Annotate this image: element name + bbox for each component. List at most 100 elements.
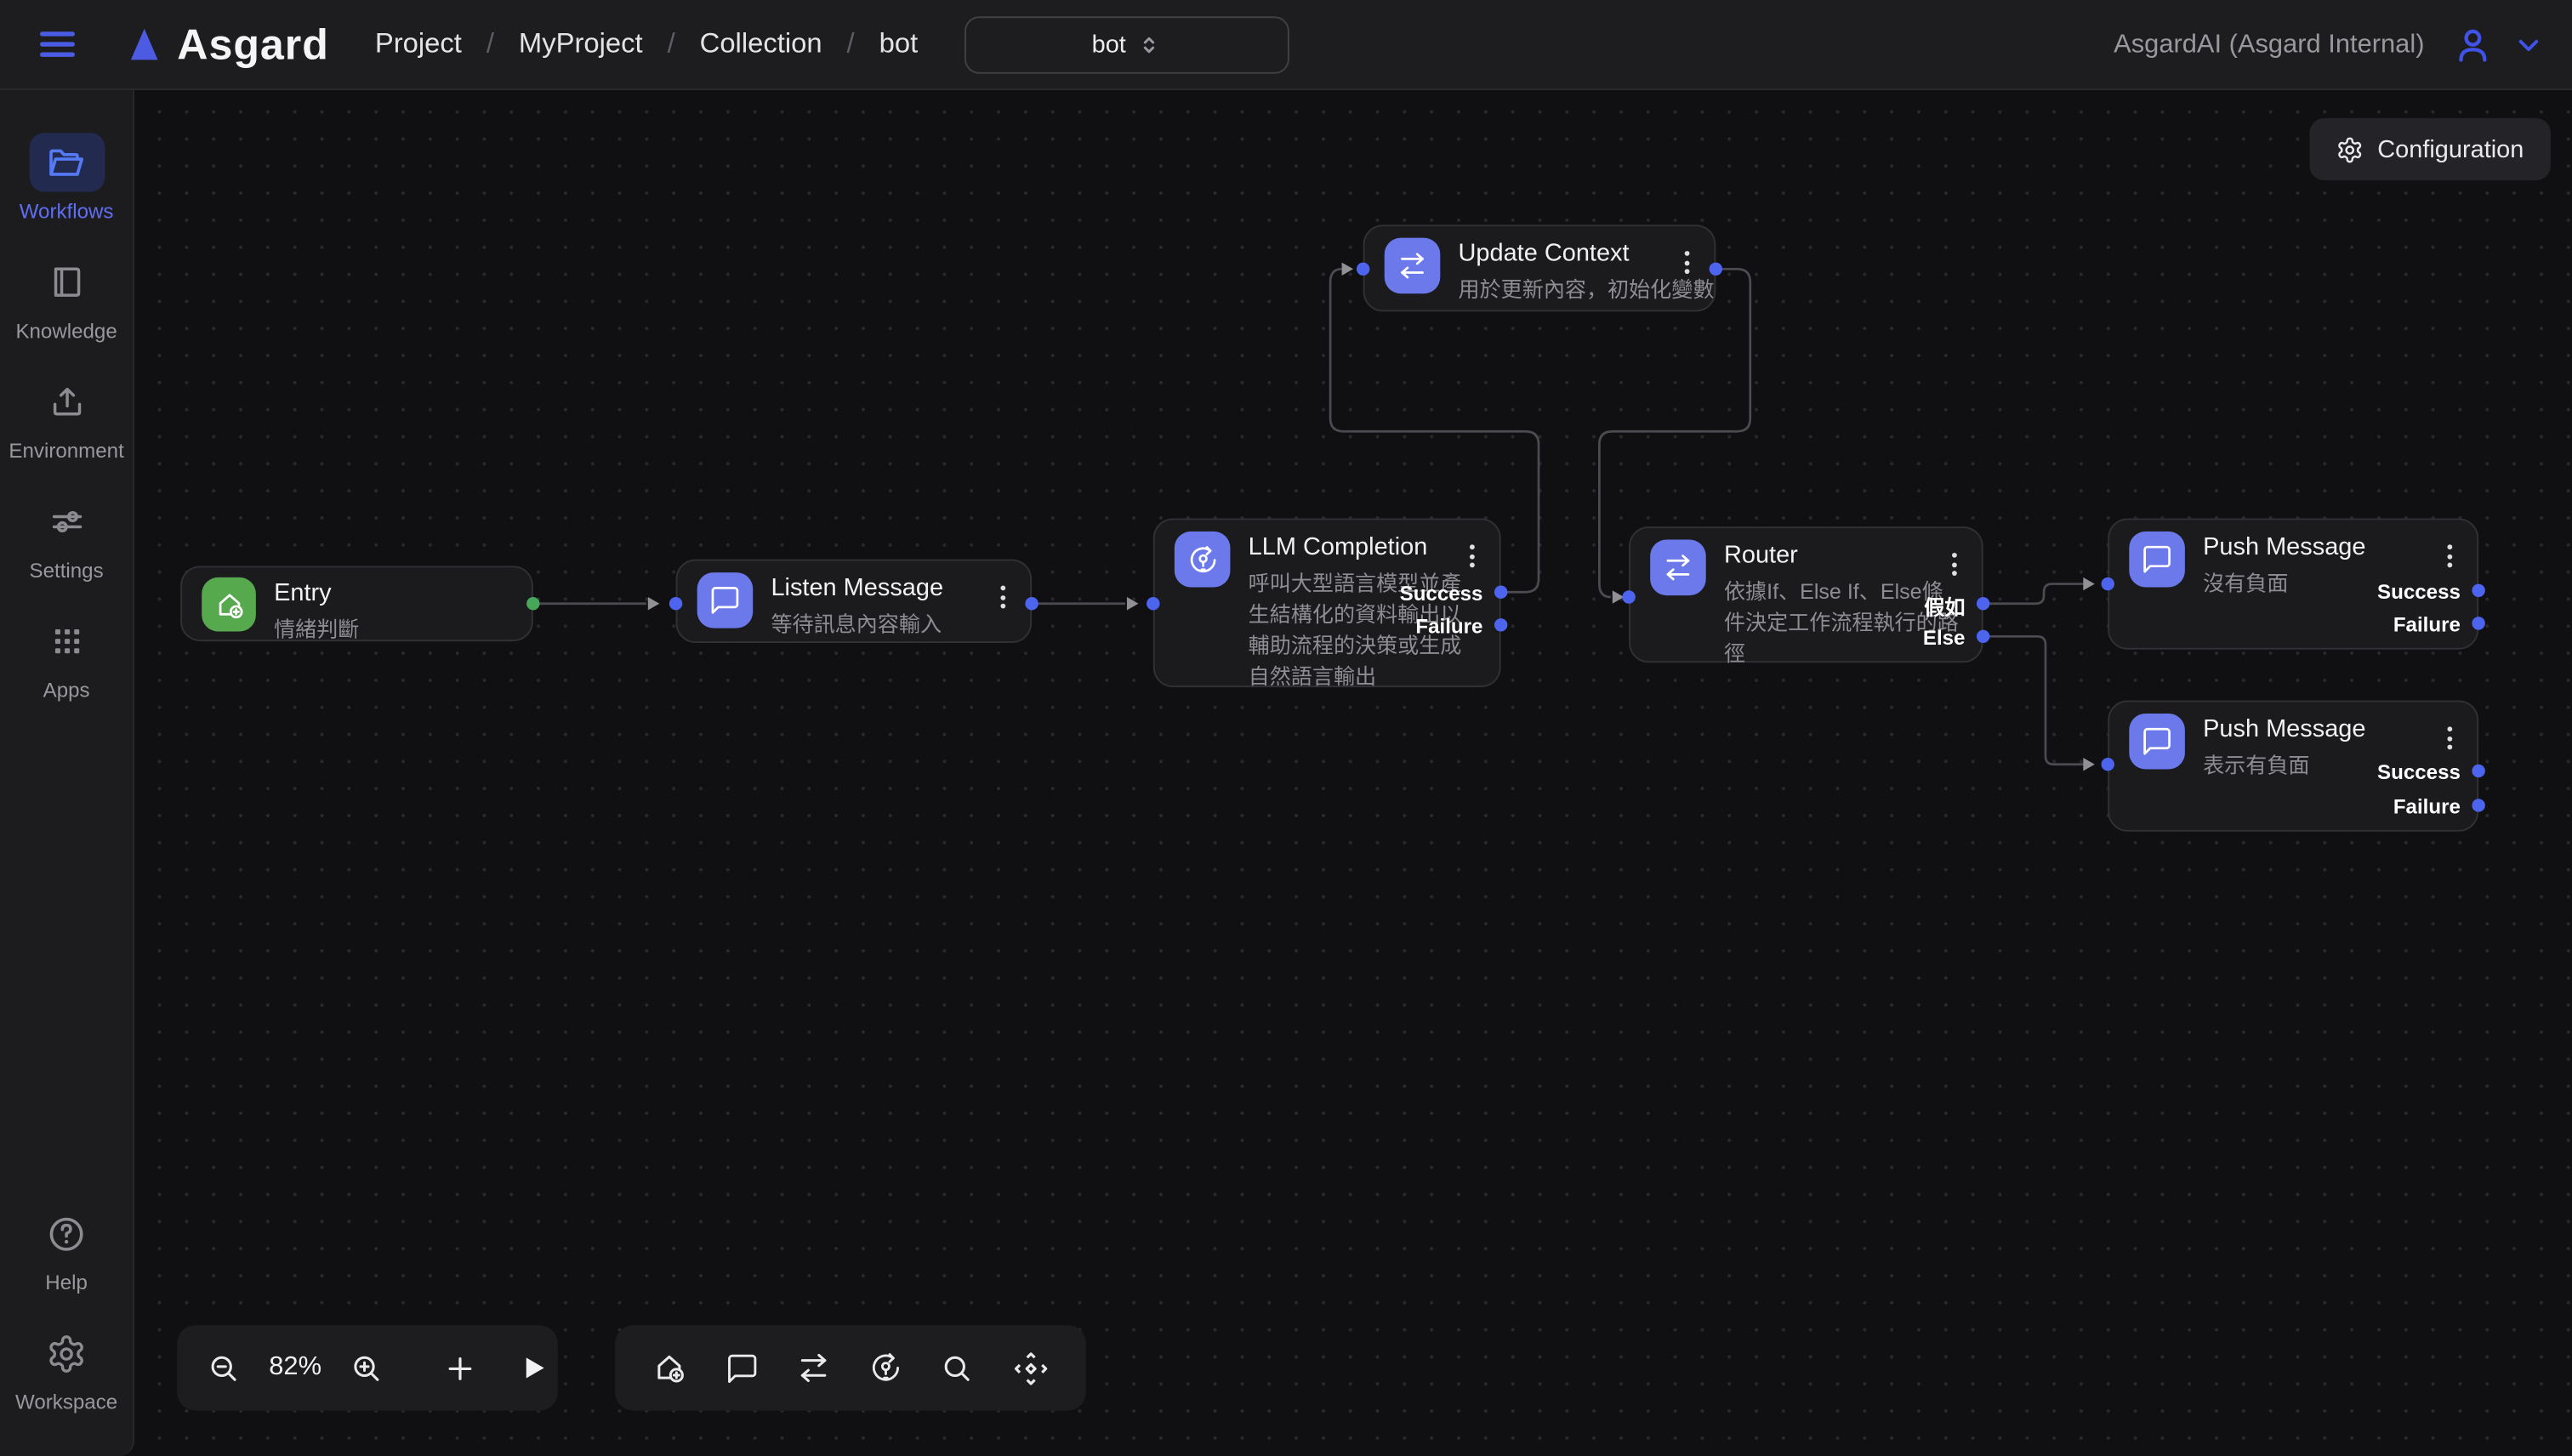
sidebar-item-settings[interactable]: Settings <box>4 492 129 583</box>
output-label-failure: Failure <box>2393 613 2461 636</box>
port-update-output[interactable] <box>1710 263 1722 276</box>
zoom-out-button[interactable] <box>207 1351 242 1385</box>
add-message-node-button[interactable] <box>725 1351 760 1385</box>
node-entry[interactable]: Entry 情緒判斷 <box>180 566 533 641</box>
sidebar-item-knowledge[interactable]: Knowledge <box>4 253 129 343</box>
port-push2-input[interactable] <box>2102 758 2114 771</box>
output-label-failure: Failure <box>2393 795 2461 818</box>
node-update-context[interactable]: Update Context 用於更新內容，初始化變數 <box>1363 225 1716 311</box>
node-title: Push Message <box>2203 532 2365 565</box>
output-label-failure: Failure <box>1415 615 1482 638</box>
breadcrumb-collection[interactable]: Collection <box>700 28 822 61</box>
node-title: Update Context <box>1459 238 1715 271</box>
configuration-button[interactable]: Configuration <box>2309 118 2551 180</box>
triangle-logo-icon <box>125 23 164 65</box>
add-button[interactable] <box>443 1351 478 1385</box>
output-label-else: Else <box>1923 627 1966 650</box>
chat-bubble-icon <box>2129 714 2185 770</box>
breadcrumb-separator: / <box>668 28 675 61</box>
sidebar: Workflows Knowledge Environment Settings… <box>0 90 134 1456</box>
sidebar-item-help[interactable]: Help <box>4 1204 129 1294</box>
workflow-select-value: bot <box>1092 31 1126 60</box>
port-listen-output[interactable] <box>1025 597 1038 610</box>
port-router-else[interactable] <box>1977 630 1989 643</box>
node-llm-completion[interactable]: LLM Completion 呼叫大型語言模型並產生結構化的資料輸出以輔助流程的… <box>1153 518 1501 687</box>
swap-arrows-icon <box>795 1350 831 1385</box>
sidebar-item-label: Environment <box>9 440 123 463</box>
sidebar-item-apps[interactable]: Apps <box>4 611 129 702</box>
node-palette-toolbar <box>615 1325 1086 1410</box>
zoom-out-icon <box>207 1351 242 1385</box>
user-icon[interactable] <box>2450 23 2495 67</box>
port-push1-input[interactable] <box>2102 577 2114 590</box>
zoom-level: 82% <box>265 1353 327 1383</box>
port-push2-failure[interactable] <box>2472 799 2484 811</box>
house-plus-icon <box>202 577 256 632</box>
zoom-in-icon <box>350 1351 384 1385</box>
move-icon <box>1011 1349 1049 1386</box>
add-context-node-button[interactable] <box>795 1350 831 1385</box>
sidebar-item-label: Workspace <box>15 1391 117 1413</box>
breadcrumb-separator: / <box>847 28 855 61</box>
sidebar-item-environment[interactable]: Environment <box>4 373 129 463</box>
node-router[interactable]: Router 依據If、Else If、Else條件決定工作流程執行的路徑 假如… <box>1629 526 1983 663</box>
port-router-input[interactable] <box>1622 590 1635 603</box>
workflow-canvas[interactable]: Configuration Entry 情緒判斷 Listen Message … <box>134 90 2572 1456</box>
add-entry-node-button[interactable] <box>652 1350 687 1385</box>
node-menu-button[interactable] <box>1466 541 1478 571</box>
node-listen-message[interactable]: Listen Message 等待訊息內容輸入 <box>676 560 1033 643</box>
node-menu-button[interactable] <box>1949 549 1960 579</box>
workflow-select[interactable]: bot <box>964 16 1289 74</box>
port-router-if[interactable] <box>1977 597 1989 610</box>
port-push2-success[interactable] <box>2472 765 2484 777</box>
book-icon <box>29 253 105 311</box>
port-listen-input[interactable] <box>669 597 682 610</box>
zoom-in-button[interactable] <box>350 1351 384 1385</box>
port-entry-output[interactable] <box>526 597 539 610</box>
swap-arrows-icon <box>1650 540 1706 596</box>
node-title: Router <box>1724 540 1962 573</box>
search-button[interactable] <box>941 1351 976 1385</box>
node-menu-button[interactable] <box>2444 724 2456 754</box>
help-circle-icon <box>29 1204 105 1263</box>
port-llm-success[interactable] <box>1494 586 1507 599</box>
node-subtitle: 用於更新內容，初始化變數 <box>1459 274 1715 305</box>
hamburger-menu-icon[interactable] <box>36 23 78 65</box>
edge-router-push1 <box>1983 584 2084 604</box>
account-menu[interactable]: AsgardAI (Asgard Internal) <box>2114 0 2546 90</box>
search-icon <box>941 1351 976 1385</box>
breadcrumb-project[interactable]: Project <box>375 28 462 61</box>
breadcrumb: Project / MyProject / Collection / bot <box>375 28 918 61</box>
add-llm-node-button[interactable] <box>868 1350 903 1385</box>
node-push-message-1[interactable]: Push Message 沒有負面 Success Failure <box>2108 518 2478 649</box>
output-label-success: Success <box>1400 583 1483 606</box>
port-llm-input[interactable] <box>1147 597 1159 610</box>
brand-name: Asgard <box>177 19 329 70</box>
port-push1-failure[interactable] <box>2472 617 2484 629</box>
node-push-message-2[interactable]: Push Message 表示有負面 Success Failure <box>2108 701 2478 832</box>
upload-icon <box>29 373 105 431</box>
breadcrumb-bot[interactable]: bot <box>879 28 919 61</box>
port-push1-success[interactable] <box>2472 584 2484 597</box>
run-button[interactable] <box>517 1351 550 1385</box>
chat-bubble-icon <box>697 572 754 628</box>
port-update-input[interactable] <box>1357 263 1369 276</box>
app: Asgard Project / MyProject / Collection … <box>0 0 2572 1456</box>
node-menu-button[interactable] <box>998 583 1010 612</box>
node-menu-button[interactable] <box>1681 247 1693 277</box>
breadcrumb-myproject[interactable]: MyProject <box>519 28 643 61</box>
sidebar-item-workflows[interactable]: Workflows <box>4 133 129 223</box>
node-subtitle: 沒有負面 <box>2203 567 2365 599</box>
chevron-down-icon[interactable] <box>2512 28 2546 63</box>
brand-logo[interactable]: Asgard <box>125 19 329 70</box>
move-tool-button[interactable] <box>1011 1349 1049 1386</box>
zoom-toolbar: 82% <box>177 1325 557 1410</box>
chevrons-up-down-icon <box>1137 33 1162 58</box>
sidebar-item-workspace[interactable]: Workspace <box>4 1323 129 1413</box>
chat-bubble-icon <box>725 1351 760 1385</box>
sidebar-item-label: Help <box>45 1271 88 1294</box>
node-subtitle: 情緒判斷 <box>274 613 359 645</box>
port-llm-failure[interactable] <box>1494 618 1507 631</box>
node-menu-button[interactable] <box>2444 541 2456 571</box>
house-plus-icon <box>652 1350 687 1385</box>
